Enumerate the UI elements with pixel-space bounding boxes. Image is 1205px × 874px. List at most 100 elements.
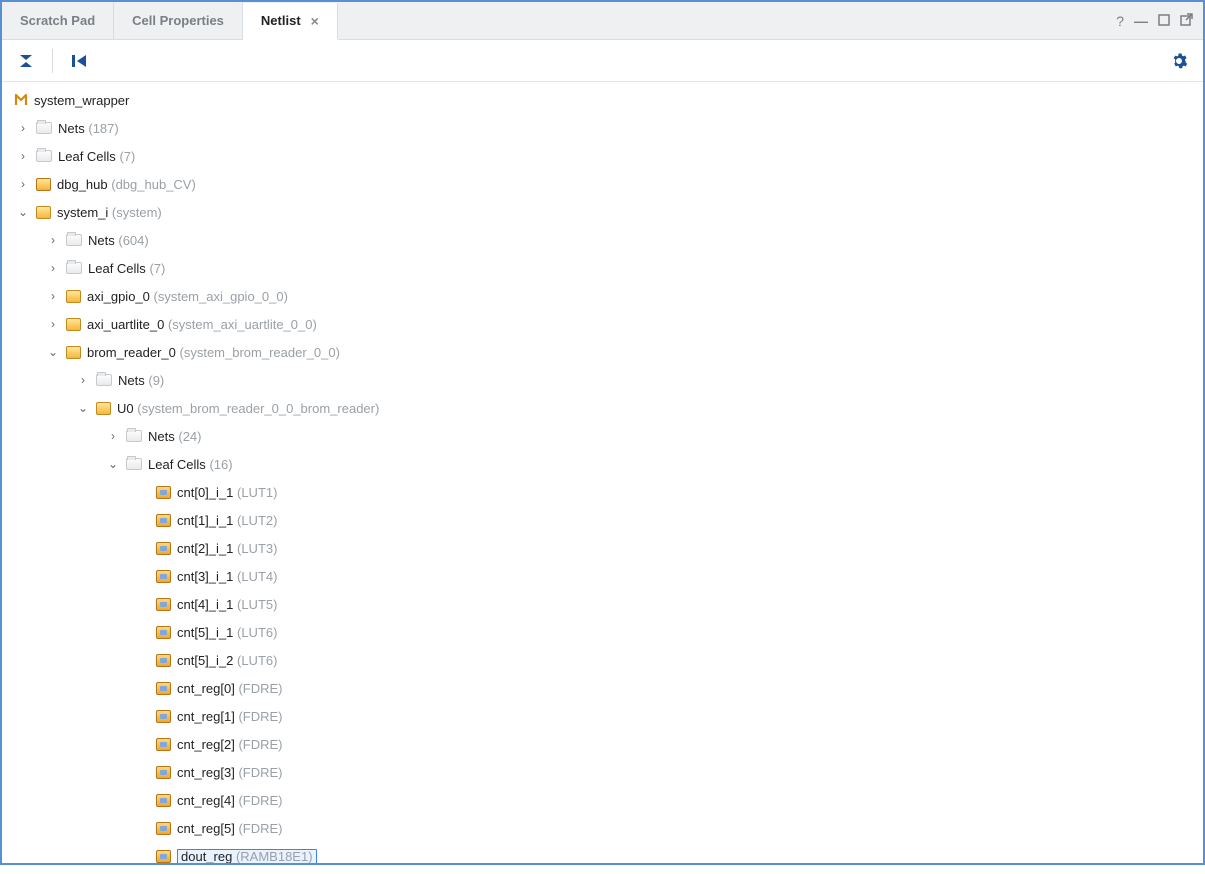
node-type: (system) (112, 205, 162, 220)
folder-icon (66, 234, 82, 246)
tree-leaf-cntreg2[interactable]: cnt_reg[2] (FDRE) (6, 730, 1203, 758)
expand-icon[interactable]: › (76, 374, 90, 386)
tab-bar: Scratch Pad Cell Properties Netlist × ? … (2, 2, 1203, 40)
expand-icon[interactable]: › (46, 262, 60, 274)
tree-leaf-cnt4[interactable]: cnt[4]_i_1 (LUT5) (6, 590, 1203, 618)
cell-icon (156, 738, 171, 751)
popout-icon[interactable] (1180, 13, 1193, 28)
node-type: (LUT3) (237, 541, 277, 556)
node-name: axi_gpio_0 (87, 289, 150, 304)
node-count: (16) (209, 457, 232, 472)
folder-icon (96, 374, 112, 386)
help-icon[interactable]: ? (1116, 14, 1124, 28)
collapse-icon[interactable]: ⌄ (16, 206, 30, 218)
tree-leaf-cntreg3[interactable]: cnt_reg[3] (FDRE) (6, 758, 1203, 786)
collapse-icon[interactable]: ⌄ (76, 402, 90, 414)
node-type: (RAMB18E1) (236, 849, 313, 864)
node-name: brom_reader_0 (87, 345, 176, 360)
expand-icon[interactable]: › (16, 178, 30, 190)
tree-node-brom-reader[interactable]: ⌄ brom_reader_0 (system_brom_reader_0_0) (6, 338, 1203, 366)
expand-icon[interactable]: › (16, 122, 30, 134)
cell-icon (156, 766, 171, 779)
tree-node-axi-gpio[interactable]: › axi_gpio_0 (system_axi_gpio_0_0) (6, 282, 1203, 310)
expand-icon[interactable]: › (16, 150, 30, 162)
tree-node-dbg-hub[interactable]: › dbg_hub (dbg_hub_CV) (6, 170, 1203, 198)
tab-cell-properties[interactable]: Cell Properties (114, 2, 243, 39)
folder-icon (36, 150, 52, 162)
cell-icon (156, 710, 171, 723)
node-name: dout_reg (181, 849, 232, 864)
node-name: cnt_reg[2] (177, 737, 235, 752)
collapse-icon[interactable]: ⌄ (106, 458, 120, 470)
close-icon[interactable]: × (311, 13, 319, 29)
node-type: (FDRE) (238, 681, 282, 696)
tree-leaf-cnt2[interactable]: cnt[2]_i_1 (LUT3) (6, 534, 1203, 562)
tree-leaf-cntreg4[interactable]: cnt_reg[4] (FDRE) (6, 786, 1203, 814)
toolbar-separator (52, 49, 53, 73)
tab-label: Netlist (261, 13, 301, 28)
node-name: U0 (117, 401, 134, 416)
tree-leaf-cnt3[interactable]: cnt[3]_i_1 (LUT4) (6, 562, 1203, 590)
folder-icon (66, 262, 82, 274)
expand-icon[interactable]: › (46, 318, 60, 330)
tree-leaf-cntreg5[interactable]: cnt_reg[5] (FDRE) (6, 814, 1203, 842)
tree-leaf-cnt5[interactable]: cnt[5]_i_1 (LUT6) (6, 618, 1203, 646)
node-name: cnt[5]_i_2 (177, 653, 233, 668)
tree-node-nets-187[interactable]: › Nets (187) (6, 114, 1203, 142)
node-name: cnt_reg[3] (177, 765, 235, 780)
cell-icon (156, 570, 171, 583)
node-name: Leaf Cells (58, 149, 116, 164)
tab-netlist[interactable]: Netlist × (243, 3, 338, 40)
tree-view[interactable]: system_wrapper › Nets (187) (2, 82, 1203, 863)
netlist-icon (14, 93, 28, 107)
node-type: (FDRE) (238, 709, 282, 724)
node-name: Nets (118, 373, 145, 388)
tree-root[interactable]: system_wrapper (6, 86, 1203, 114)
tree-node-u0[interactable]: ⌄ U0 (system_brom_reader_0_0_brom_reader… (6, 394, 1203, 422)
node-type: (system_axi_uartlite_0_0) (168, 317, 317, 332)
tree-leaf-cnt5b[interactable]: cnt[5]_i_2 (LUT6) (6, 646, 1203, 674)
node-type: (FDRE) (238, 765, 282, 780)
expand-icon[interactable]: › (106, 430, 120, 442)
tree-leaf-dout-reg[interactable]: dout_reg (RAMB18E1) (6, 842, 1203, 863)
settings-button[interactable] (1167, 49, 1191, 73)
cell-icon (156, 654, 171, 667)
tree-node-nets-9[interactable]: › Nets (9) (6, 366, 1203, 394)
expand-icon[interactable]: › (46, 234, 60, 246)
tree-node-leafcells-7[interactable]: › Leaf Cells (7) (6, 142, 1203, 170)
node-count: (7) (149, 261, 165, 276)
tabbar-controls: ? — (1116, 2, 1203, 39)
node-name: cnt[1]_i_1 (177, 513, 233, 528)
tree-node-system-i[interactable]: ⌄ system_i (system) (6, 198, 1203, 226)
minimize-icon[interactable]: — (1134, 14, 1148, 28)
tab-scratch-pad[interactable]: Scratch Pad (2, 2, 114, 39)
tree-leaf-cntreg1[interactable]: cnt_reg[1] (FDRE) (6, 702, 1203, 730)
tree-node-leafcells-7b[interactable]: › Leaf Cells (7) (6, 254, 1203, 282)
node-name: Nets (148, 429, 175, 444)
node-name: cnt[4]_i_1 (177, 597, 233, 612)
previous-button[interactable] (67, 49, 91, 73)
tree-leaf-cnt1[interactable]: cnt[1]_i_1 (LUT2) (6, 506, 1203, 534)
tree-leaf-cnt0[interactable]: cnt[0]_i_1 (LUT1) (6, 478, 1203, 506)
tree-node-leafcells-16[interactable]: ⌄ Leaf Cells (16) (6, 450, 1203, 478)
collapse-icon[interactable]: ⌄ (46, 346, 60, 358)
node-type: (FDRE) (238, 737, 282, 752)
node-type: (LUT2) (237, 513, 277, 528)
instance-icon (66, 346, 81, 359)
maximize-icon[interactable] (1158, 14, 1170, 28)
tree-leaf-cntreg0[interactable]: cnt_reg[0] (FDRE) (6, 674, 1203, 702)
tree-node-axi-uartlite[interactable]: › axi_uartlite_0 (system_axi_uartlite_0_… (6, 310, 1203, 338)
node-type: (system_brom_reader_0_0) (180, 345, 340, 360)
node-name: Leaf Cells (148, 457, 206, 472)
tree-node-nets-24[interactable]: › Nets (24) (6, 422, 1203, 450)
tree-node-nets-604[interactable]: › Nets (604) (6, 226, 1203, 254)
node-name: cnt[0]_i_1 (177, 485, 233, 500)
expand-icon[interactable]: › (46, 290, 60, 302)
node-type: (LUT1) (237, 485, 277, 500)
cell-icon (156, 598, 171, 611)
cell-icon (156, 794, 171, 807)
cell-icon (156, 514, 171, 527)
collapse-all-button[interactable] (14, 49, 38, 73)
toolbar (2, 40, 1203, 82)
node-count: (187) (88, 121, 118, 136)
